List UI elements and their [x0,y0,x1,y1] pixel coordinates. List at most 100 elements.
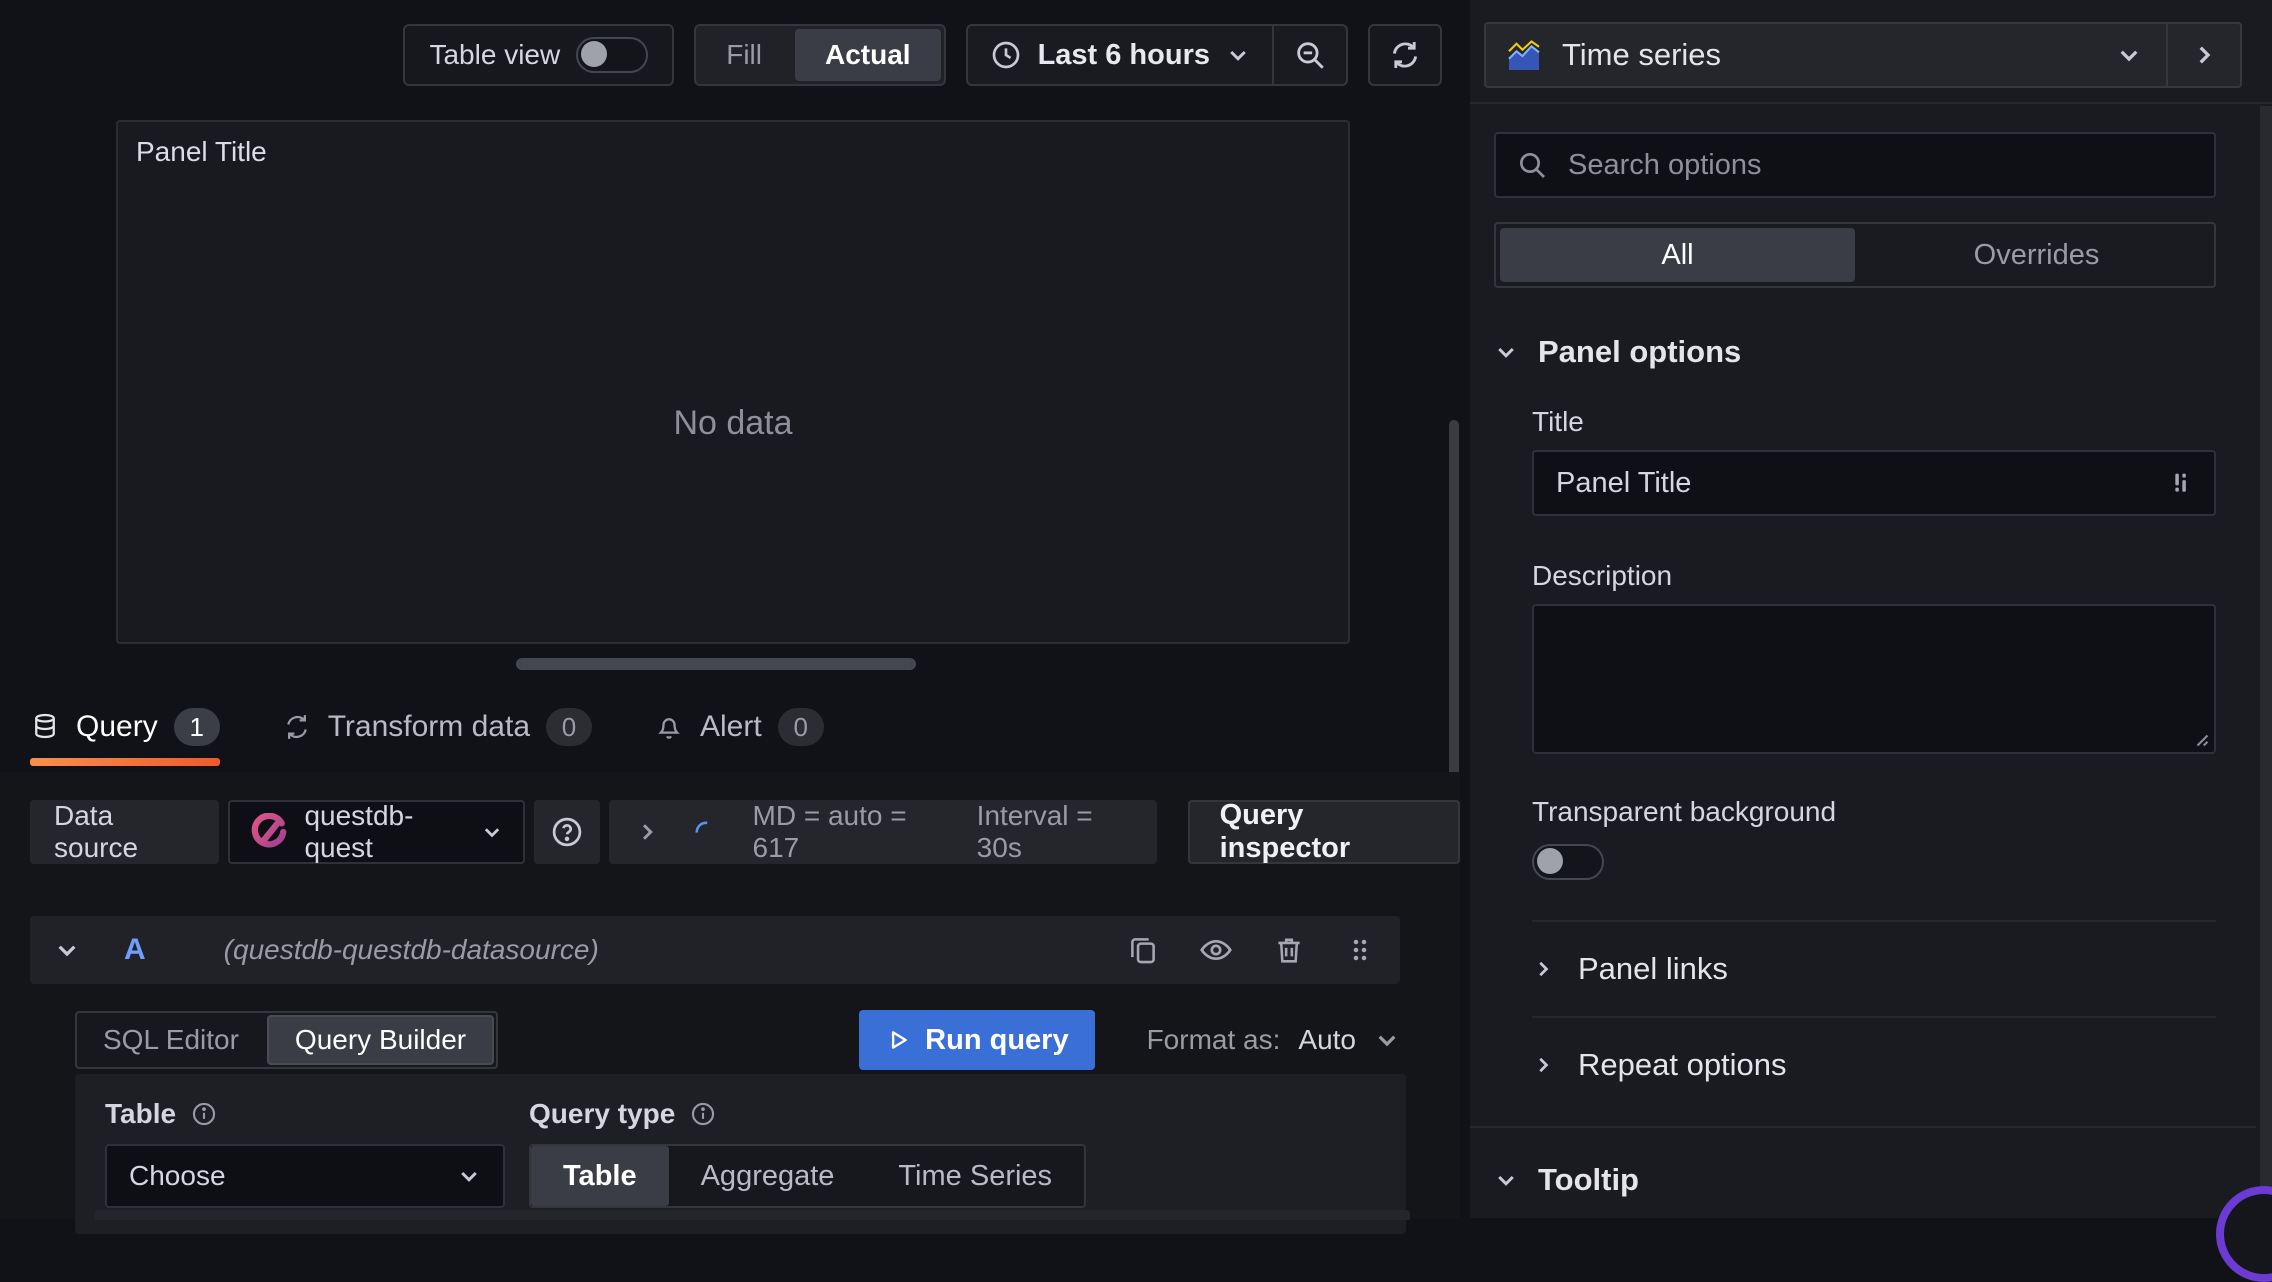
vertical-scrollbar[interactable] [1449,420,1459,812]
title-input-wrap [1532,450,2216,516]
query-options-summary[interactable]: MD = auto = 617 Interval = 30s [608,800,1157,864]
transparent-background-toggle[interactable] [1532,844,1604,880]
info-circle-icon [192,1102,216,1126]
chevron-right-icon [642,824,653,840]
no-data-message: No data [673,404,793,442]
play-icon [892,1031,907,1049]
query-type-table[interactable]: Table [531,1146,669,1206]
run-query-button[interactable]: Run query [859,1010,1095,1070]
panel-preview[interactable]: Panel Title No data [116,120,1350,644]
tab-alert[interactable]: Alert 0 [654,696,824,758]
search-options-box[interactable] [1494,132,2216,198]
drag-handle-icon[interactable] [1344,934,1376,966]
chevron-down-icon [461,1171,477,1182]
panel-title-input[interactable] [1554,465,2166,501]
query-row-actions [1126,932,1376,968]
template-suggestions-icon[interactable] [2166,469,2194,497]
next-section-edge [95,1210,1410,1220]
tab-transform-data[interactable]: Transform data 0 [282,696,592,758]
visualization-picker-main[interactable]: Time series [1486,24,2092,86]
panel-links-section[interactable]: Panel links [1532,922,2216,1016]
bell-icon [658,718,680,739]
query-editor-header: SQL Editor Query Builder Run query Forma… [75,1010,1400,1070]
description-field-label: Description [1532,560,1673,591]
tab-query[interactable]: Query 1 [30,696,220,766]
collapse-options-button[interactable] [2166,24,2240,86]
clock-icon [992,41,1019,69]
visualization-header: Time series [1470,0,2272,104]
interval-summary: Interval = 30s [976,800,1093,863]
query-type-aggregate[interactable]: Aggregate [669,1146,867,1206]
chevron-right-icon [2199,46,2211,64]
sql-editor-label: SQL Editor [103,1024,239,1055]
table-view-toggle-button[interactable]: Table view [403,24,675,86]
panel-options-heading: Panel options [1538,334,1742,369]
datasource-picker[interactable]: questdb-quest [228,800,525,864]
refresh-button[interactable] [1368,24,1442,86]
query-type-time-series-label: Time Series [898,1159,1053,1192]
filter-tab-all[interactable]: All [1500,228,1855,282]
table-select[interactable]: Choose [105,1144,505,1208]
resize-handle-icon[interactable] [2190,728,2210,748]
query-row-a[interactable]: A (questdb-questdb-datasource) [30,916,1400,984]
zoom-out-button[interactable] [1274,26,1346,84]
options-sidebar: Time series All Overrides Panel optio [1470,0,2272,1218]
table-view-toggle[interactable] [576,37,649,73]
query-inspector-button[interactable]: Query inspector [1187,799,1460,864]
description-textarea[interactable] [1532,604,2216,754]
query-datasource-hint: (questdb-questdb-datasource) [223,934,599,965]
question-circle-icon [552,817,581,847]
chevron-down-icon [2120,50,2138,62]
time-series-viz-icon [1508,40,1540,70]
chevron-down-icon[interactable] [1374,1027,1400,1053]
filter-tab-all-label: All [1661,238,1694,271]
query-builder-button[interactable]: Query Builder [266,1015,495,1065]
fill-mode-button[interactable]: Fill [696,26,792,84]
chevron-down-icon [1498,347,1514,358]
toggle-knob [581,41,608,67]
search-options-input[interactable] [1566,147,2194,183]
chevron-down-icon [58,945,76,957]
visualization-picker-caret[interactable] [2092,24,2166,86]
loading-spinner-icon [695,821,717,843]
query-type-time-series[interactable]: Time Series [866,1146,1084,1206]
repeat-options-section[interactable]: Repeat options [1532,1018,2216,1112]
panel-editor-main: Table view Fill Actual Last 6 hours Pane… [0,0,1460,1234]
visualization-picker[interactable]: Time series [1484,22,2242,88]
query-type-aggregate-label: Aggregate [700,1159,835,1192]
panel-size-mode-group: Fill Actual [694,24,946,86]
eye-icon[interactable] [1198,932,1234,968]
table-field: Table Choose [105,1098,505,1210]
filter-tab-overrides[interactable]: Overrides [1859,224,2214,286]
query-pane: Data source questdb-quest MD = auto = 61… [0,772,1460,1234]
tooltip-section-header[interactable]: Tooltip [1494,1162,2216,1198]
magnifier-minus-icon [1297,42,1324,69]
query-type-group: Table Aggregate Time Series [529,1144,1087,1208]
run-query-label: Run query [925,1023,1069,1056]
time-range-button[interactable]: Last 6 hours [968,26,1272,84]
tooltip-heading: Tooltip [1538,1162,1639,1197]
tab-count-badge: 0 [777,708,824,746]
transparent-background-label: Transparent background [1532,796,1837,827]
search-icon [1520,153,1545,178]
tab-label: Query [76,710,158,743]
query-inspector-label: Query inspector [1219,799,1351,864]
editor-mode-group: SQL Editor Query Builder [75,1011,499,1069]
horizontal-scrollbar[interactable] [516,658,916,670]
trash-icon[interactable] [1272,933,1306,967]
duplicate-icon[interactable] [1126,933,1160,967]
editor-toolbar: Table view Fill Actual Last 6 hours [0,22,1442,88]
info-circle-icon [692,1102,715,1126]
datasource-help-button[interactable] [533,800,600,864]
format-as-value[interactable]: Auto [1298,1024,1356,1056]
chevron-down-icon [1230,50,1246,61]
actual-mode-button[interactable]: Actual [794,29,941,81]
chevron-right-icon [1539,1057,1549,1073]
sql-editor-button[interactable]: SQL Editor [77,1013,265,1067]
repeat-options-label: Repeat options [1578,1047,1787,1082]
tab-count-badge: 0 [546,708,592,746]
chevron-down-icon [1498,1175,1514,1186]
panel-links-label: Panel links [1578,951,1728,986]
sidebar-scrollbar[interactable] [2260,106,2272,1218]
panel-options-section-header[interactable]: Panel options [1494,334,2216,370]
